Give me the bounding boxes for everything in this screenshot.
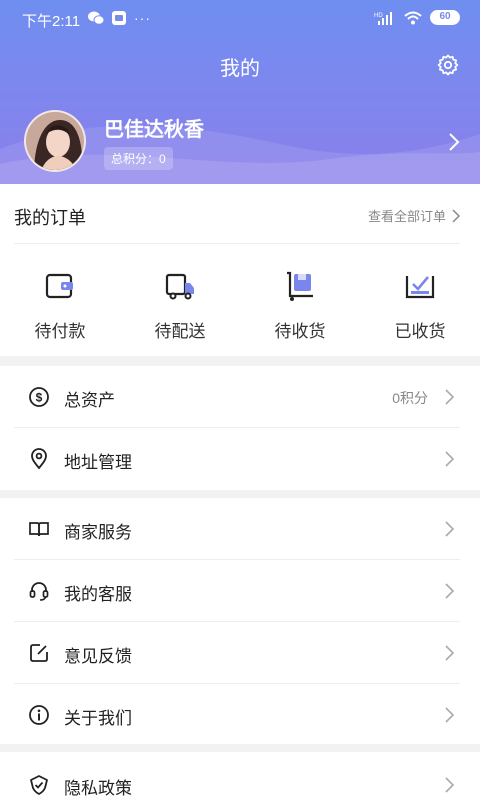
chevron-right-icon — [445, 521, 455, 537]
menu-row-label: 意见反馈 — [64, 647, 132, 666]
menu-row-feedback[interactable]: 意见反馈 — [0, 622, 480, 684]
menu-row-label: 地址管理 — [64, 453, 132, 472]
status-time: 下午2:11 — [22, 13, 81, 30]
hd-signal-icon: HD — [374, 11, 392, 25]
menu-row-merchant-service[interactable]: 商家服务 — [0, 498, 480, 560]
cart-box-icon — [287, 271, 313, 301]
order-label: 待付款 — [34, 322, 86, 341]
battery-indicator: 60 — [430, 10, 460, 25]
dollar-circle-icon: $ — [29, 387, 49, 407]
edit-note-icon — [30, 644, 48, 662]
order-pending-payment[interactable]: 待付款 — [0, 270, 120, 342]
gear-icon[interactable] — [436, 53, 460, 77]
menu-row-about-us[interactable]: 关于我们 — [0, 684, 480, 746]
avatar[interactable] — [24, 110, 86, 172]
svg-text:$: $ — [36, 391, 43, 405]
menu-row-customer-service[interactable]: 我的客服 — [0, 560, 480, 622]
menu-row-privacy-policy[interactable]: 隐私政策 — [0, 752, 480, 800]
chevron-right-icon — [445, 777, 455, 793]
order-status-grid: 待付款 待配送 待收货 已收货 — [0, 270, 480, 342]
menu-row-label: 隐私政策 — [64, 779, 132, 798]
menu-row-address[interactable]: 地址管理 — [0, 428, 480, 490]
order-label: 已收货 — [394, 322, 446, 341]
menu-row-label: 总资产 — [64, 391, 115, 410]
wifi-icon — [404, 11, 422, 24]
profile-header: 下午2:11 ··· HD 60 我的 巴佳达秋香 总积分：0 — [0, 0, 480, 184]
order-pending-receipt[interactable]: 待收货 — [240, 270, 360, 342]
order-label: 待配送 — [154, 322, 206, 341]
more-dots-icon: ··· — [134, 10, 151, 26]
points-badge: 总积分：0 — [104, 147, 173, 170]
order-received[interactable]: 已收货 — [360, 270, 480, 342]
wechat-icon — [88, 11, 104, 25]
delivery-truck-icon — [165, 273, 194, 300]
menu-row-label: 关于我们 — [64, 709, 132, 728]
shield-check-icon — [30, 775, 48, 795]
chevron-right-icon — [445, 389, 455, 405]
username[interactable]: 巴佳达秋香 — [104, 113, 204, 142]
location-pin-icon — [31, 448, 47, 470]
svg-text:HD: HD — [374, 13, 383, 19]
menu-row-total-assets[interactable]: $ 总资产 0积分 — [0, 366, 480, 428]
wallet-icon — [45, 273, 73, 299]
service-menu-group: 商家服务 我的客服 意见反馈 关于我们 — [0, 498, 480, 744]
menu-row-label: 商家服务 — [64, 523, 132, 542]
chevron-right-icon[interactable] — [448, 132, 460, 152]
status-bar: 下午2:11 ··· HD 60 — [0, 0, 480, 38]
info-circle-icon — [29, 705, 49, 725]
order-label: 待收货 — [274, 322, 326, 341]
order-pending-delivery[interactable]: 待配送 — [120, 270, 240, 342]
menu-row-label: 我的客服 — [64, 585, 132, 604]
policy-menu-group: 隐私政策 — [0, 752, 480, 800]
view-all-orders-link[interactable]: 查看全部订单 — [368, 206, 460, 225]
received-tray-icon — [405, 276, 435, 299]
app-notification-icon — [112, 11, 126, 25]
assets-menu-group: $ 总资产 0积分 地址管理 — [0, 366, 480, 490]
menu-row-value: 0积分 — [392, 390, 428, 406]
chevron-right-icon — [445, 707, 455, 723]
page-title: 我的 — [220, 58, 260, 80]
chevron-right-icon — [445, 451, 455, 467]
headset-icon — [29, 582, 49, 601]
chevron-right-icon — [445, 645, 455, 661]
orders-section: 我的订单 查看全部订单 待付款 待配送 待收货 已收货 — [0, 184, 480, 356]
book-icon — [29, 522, 49, 537]
view-all-orders-label: 查看全部订单 — [367, 209, 446, 224]
chevron-right-icon — [452, 208, 460, 223]
orders-header: 我的订单 查看全部订单 — [14, 184, 460, 244]
orders-title: 我的订单 — [14, 208, 86, 228]
chevron-right-icon — [445, 583, 455, 599]
